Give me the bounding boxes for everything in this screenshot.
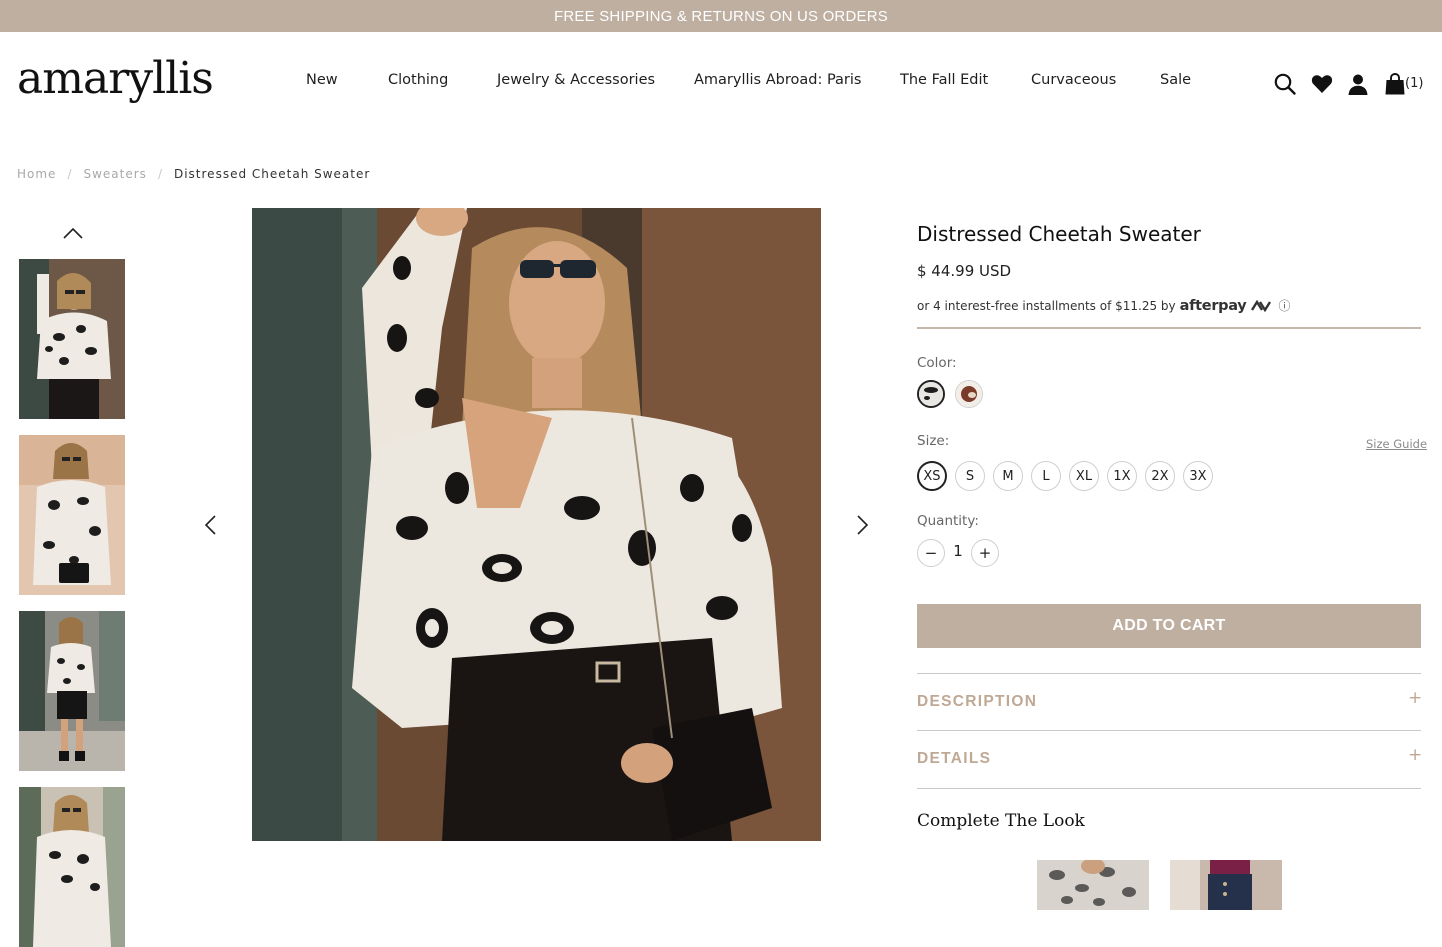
size-option-l[interactable]: L <box>1031 461 1061 491</box>
installments-text: or 4 interest-free installments of $11.2… <box>917 298 1176 313</box>
breadcrumb: Home / Sweaters / Distressed Cheetah Sweater <box>17 167 370 181</box>
product-thumbnail-2[interactable] <box>19 435 125 595</box>
size-label: Size: <box>917 433 950 449</box>
cart-count[interactable]: (1) <box>1405 76 1423 91</box>
nav-item-curvaceous[interactable]: Curvaceous <box>1031 72 1116 88</box>
size-option-s[interactable]: S <box>955 461 985 491</box>
breadcrumb-home[interactable]: Home <box>17 167 56 181</box>
color-swatch-white-black[interactable] <box>917 380 945 408</box>
size-option-1x[interactable]: 1X <box>1107 461 1137 491</box>
color-swatch-brown[interactable] <box>955 380 983 408</box>
product-thumbnail-1[interactable] <box>19 259 125 419</box>
info-icon[interactable]: ⓘ <box>1278 297 1290 314</box>
complete-the-look-item-2[interactable] <box>1170 860 1282 910</box>
price-divider <box>917 327 1421 329</box>
description-expand-icon[interactable]: + <box>1408 688 1422 708</box>
search-icon[interactable] <box>1273 72 1297 96</box>
afterpay-installments: or 4 interest-free installments of $11.2… <box>917 297 1290 314</box>
nav-item-sale[interactable]: Sale <box>1160 72 1191 88</box>
shopping-bag-icon[interactable] <box>1383 72 1407 96</box>
nav-item-the-fall-edit[interactable]: The Fall Edit <box>900 72 988 88</box>
size-option-2x[interactable]: 2X <box>1145 461 1175 491</box>
size-option-xl[interactable]: XL <box>1069 461 1099 491</box>
afterpay-logo: afterpay <box>1179 297 1247 314</box>
announcement-bar: FREE SHIPPING & RETURNS ON US ORDERS <box>0 0 1442 32</box>
color-label: Color: <box>917 355 957 371</box>
afterpay-badge-icon <box>1251 299 1272 312</box>
nav-item-amaryllis-abroad-paris[interactable]: Amaryllis Abroad: Paris <box>694 72 861 88</box>
previous-image-arrow-icon[interactable] <box>202 514 218 536</box>
size-option-xs[interactable]: XS <box>917 461 947 491</box>
details-expand-icon[interactable]: + <box>1408 745 1422 765</box>
announcement-text: FREE SHIPPING & RETURNS ON US ORDERS <box>554 7 888 25</box>
brand-logo[interactable]: amaryllis <box>17 52 214 106</box>
accordion-divider <box>917 730 1421 731</box>
breadcrumb-current: Distressed Cheetah Sweater <box>173 167 371 181</box>
accordion-divider <box>917 788 1421 789</box>
nav-item-jewelry-accessories[interactable]: Jewelry & Accessories <box>497 72 655 88</box>
quantity-value[interactable]: 1 <box>950 542 966 560</box>
quantity-label: Quantity: <box>917 513 979 529</box>
product-thumbnail-4[interactable] <box>19 787 125 947</box>
description-accordion-title[interactable]: DESCRIPTION <box>917 693 1037 711</box>
next-image-arrow-icon[interactable] <box>855 514 871 536</box>
product-title: Distressed Cheetah Sweater <box>917 222 1201 246</box>
quantity-increase-button[interactable]: + <box>971 539 999 567</box>
product-price: $ 44.99 USD <box>917 262 1012 280</box>
add-to-cart-button[interactable]: ADD TO CART <box>917 604 1421 648</box>
size-option-3x[interactable]: 3X <box>1183 461 1213 491</box>
heart-icon[interactable] <box>1310 72 1334 96</box>
breadcrumb-separator: / <box>67 167 73 181</box>
quantity-decrease-button[interactable]: − <box>917 539 945 567</box>
size-option-m[interactable]: M <box>993 461 1023 491</box>
size-guide-link[interactable]: Size Guide <box>1366 437 1427 451</box>
nav-item-new[interactable]: New <box>306 72 338 88</box>
thumbnails-up-arrow-icon[interactable] <box>62 225 84 239</box>
account-icon[interactable] <box>1346 72 1370 96</box>
breadcrumb-separator: / <box>157 167 163 181</box>
complete-the-look-heading: Complete The Look <box>917 811 1085 831</box>
accordion-divider <box>917 673 1421 674</box>
nav-item-clothing[interactable]: Clothing <box>388 72 448 88</box>
product-thumbnail-3[interactable] <box>19 611 125 771</box>
complete-the-look-item-1[interactable] <box>1037 860 1149 910</box>
details-accordion-title[interactable]: DETAILS <box>917 750 991 768</box>
breadcrumb-sweaters[interactable]: Sweaters <box>83 167 146 181</box>
main-product-image[interactable] <box>252 208 821 841</box>
